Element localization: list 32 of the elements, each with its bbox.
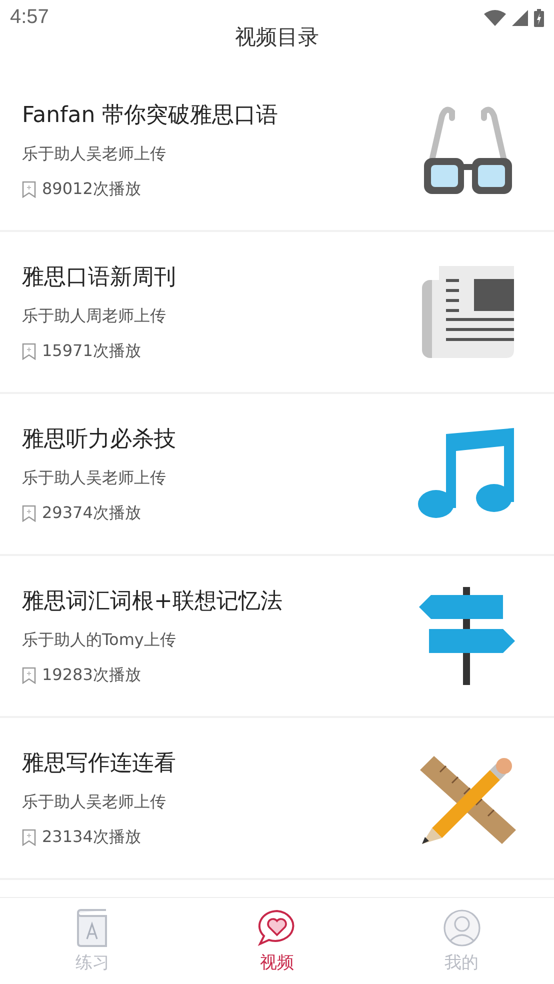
- nav-tab[interactable]: 视频: [184, 898, 370, 984]
- uploader-text: 乐于助人吴老师上传: [22, 144, 167, 165]
- play-count: 15971次播放: [42, 341, 141, 362]
- play-count: 89012次播放: [42, 179, 141, 200]
- uploader-text: 乐于助人吴老师上传: [22, 468, 167, 489]
- uploader-text: 乐于助人的Tomy上传: [22, 630, 177, 651]
- bookmark-icon: [22, 181, 36, 198]
- uploader-text: 乐于助人吴老师上传: [22, 792, 167, 813]
- bookmark-icon: [22, 505, 36, 522]
- play-count: 23134次播放: [42, 827, 141, 848]
- video-title[interactable]: Fanfan 带你突破雅思口语: [22, 100, 418, 130]
- uploader-text: 乐于助人周老师上传: [22, 306, 167, 327]
- signal-icon: [512, 10, 528, 26]
- wifi-icon: [484, 10, 506, 26]
- newspaper-icon: [422, 266, 514, 358]
- video-title[interactable]: 雅思写作连连看: [22, 748, 418, 778]
- chat-heart-icon: [257, 908, 297, 946]
- video-title[interactable]: 雅思词汇词根+联想记忆法: [22, 586, 418, 616]
- status-time: 4:57: [10, 6, 49, 29]
- person-icon: [442, 908, 481, 946]
- battery-icon: [534, 8, 544, 26]
- bookmark-icon: [22, 667, 36, 684]
- glasses-icon: [422, 104, 514, 196]
- bookmark-icon: [22, 343, 36, 360]
- video-title[interactable]: 雅思听力必杀技: [22, 424, 418, 454]
- play-count: 29374次播放: [42, 503, 141, 524]
- book-icon: [75, 908, 110, 946]
- signpost-icon: [419, 587, 517, 685]
- play-count: 19283次播放: [42, 665, 141, 686]
- video-title[interactable]: 雅思口语新周刊: [22, 262, 418, 292]
- bookmark-icon: [22, 829, 36, 846]
- page-title: 视频目录: [234, 24, 320, 51]
